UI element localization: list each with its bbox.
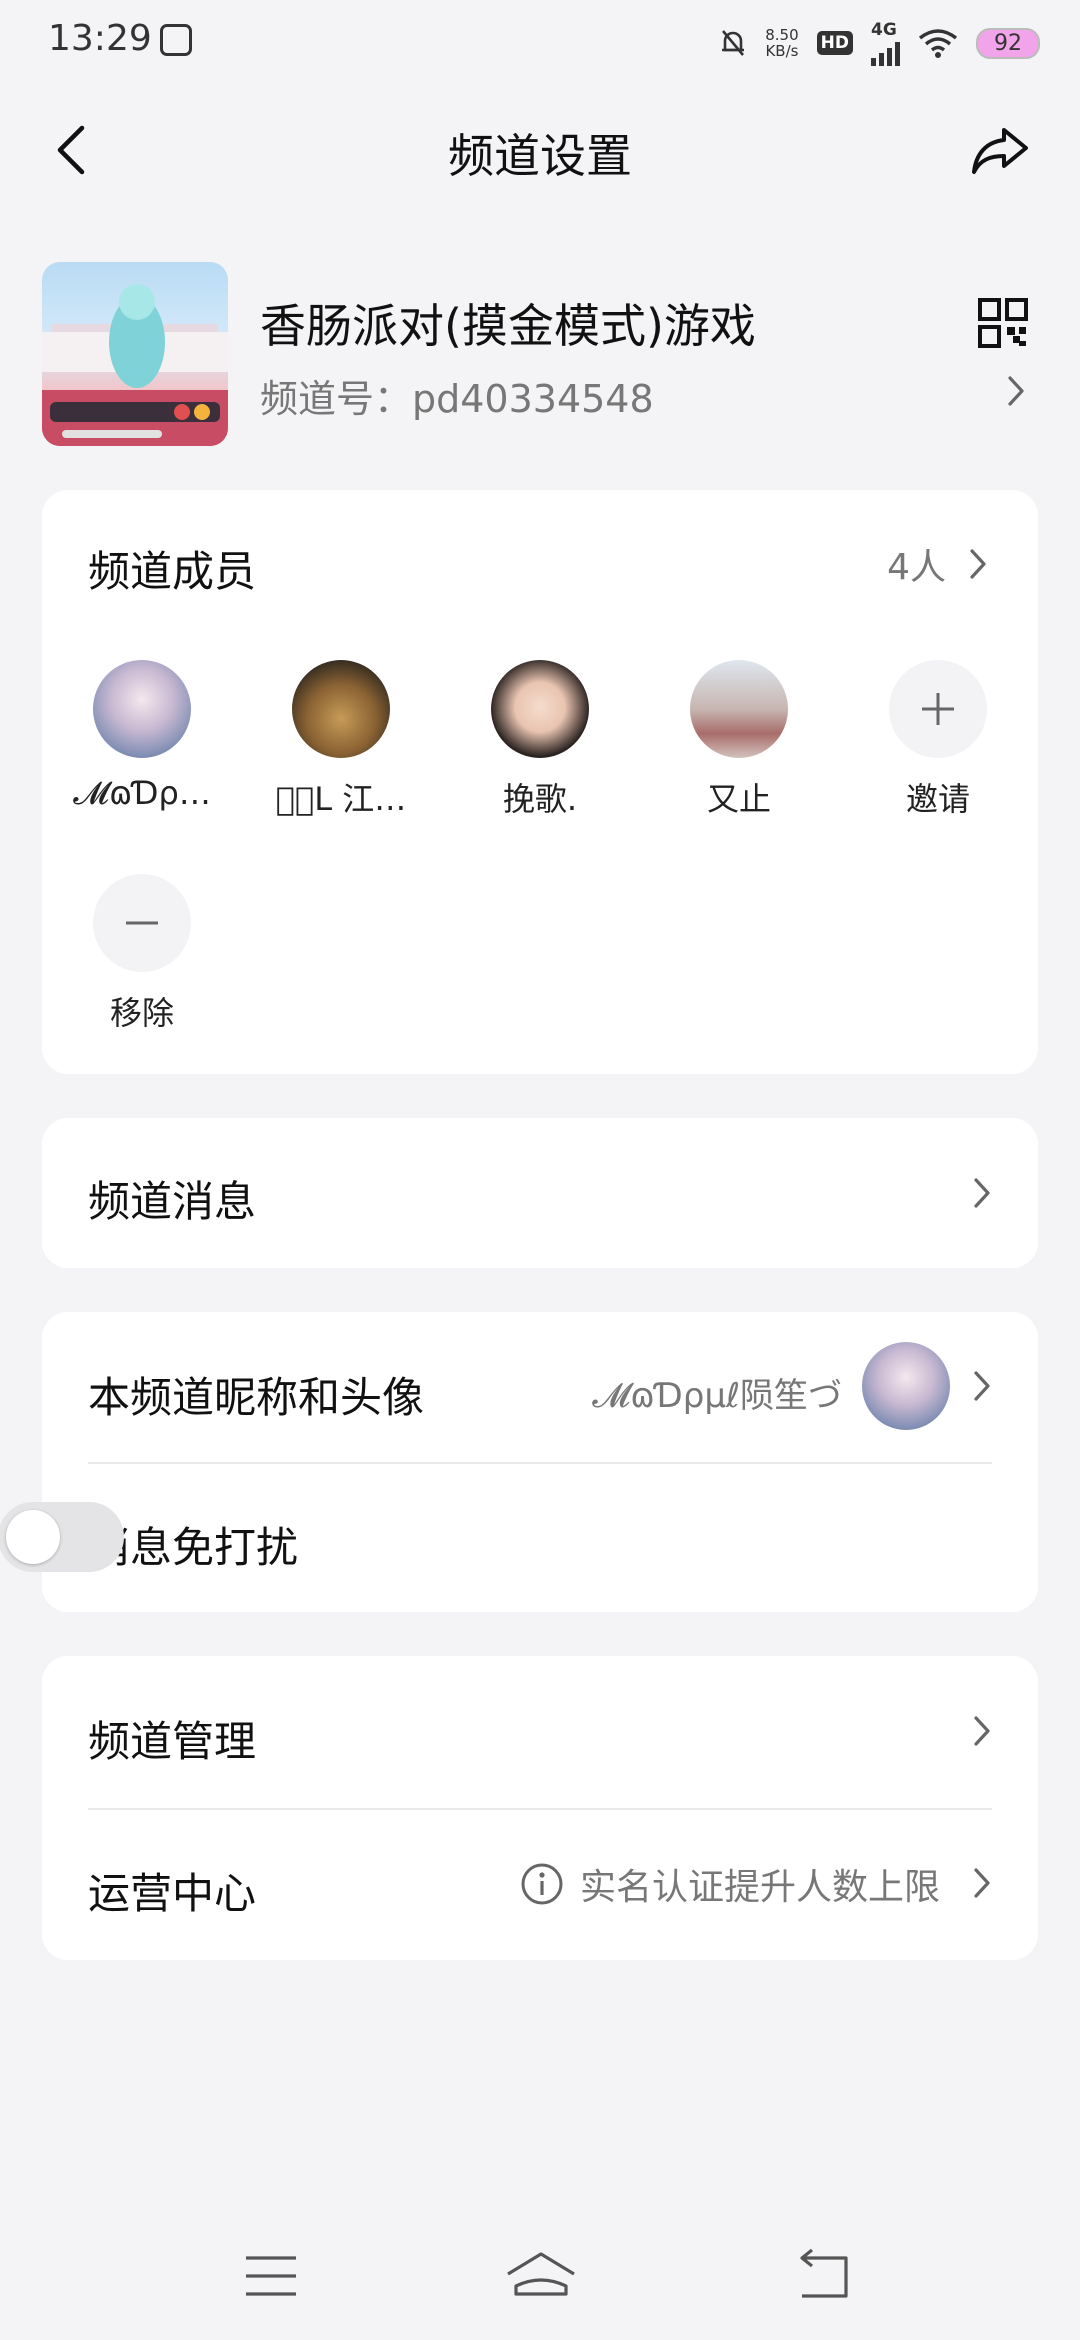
home-icon[interactable] [502, 2244, 580, 2304]
remove-label: 移除 [109, 994, 174, 1032]
info-circle-icon [521, 1863, 563, 1905]
status-time: 13:29 [48, 18, 152, 59]
nickname-label: 本频道昵称和头像 [88, 1373, 425, 1422]
operations-hint-text: 实名认证提升人数上限 [579, 1867, 940, 1908]
channel-manage-row[interactable]: 频道管理 [42, 1656, 1038, 1808]
channel-cover-image[interactable] [42, 262, 228, 446]
channel-name: 香肠派对(摸金模式)游戏 [260, 299, 756, 353]
battery-indicator: 92 [976, 27, 1040, 59]
member-name: 挽歌. [502, 780, 578, 818]
menu-icon[interactable] [236, 2246, 306, 2306]
member-item[interactable]: ঌ⃝ᒪ 江… [241, 660, 441, 820]
members-title: 频道成员 [88, 547, 257, 596]
operations-center-row[interactable]: 运营中心 实名认证提升人数上限 [42, 1808, 1038, 1960]
chevron-right-icon [974, 1868, 990, 1898]
member-avatar [690, 660, 788, 758]
hd-badge: HD [816, 31, 853, 55]
plus-icon [889, 660, 987, 758]
chevron-right-icon [974, 1178, 990, 1208]
back-return-icon[interactable] [790, 2246, 860, 2306]
operations-hint: 实名认证提升人数上限 [520, 1858, 940, 1910]
qr-code-button[interactable] [978, 298, 1028, 348]
status-bar-right: 8.50 KB/s HD 4G 92 [719, 20, 1040, 66]
row-divider [88, 1462, 992, 1464]
channel-messages-row[interactable]: 频道消息 [42, 1118, 1038, 1268]
remove-member-button[interactable]: 移除 [42, 874, 242, 1034]
invite-label: 邀请 [905, 780, 970, 818]
invite-member-button[interactable]: 邀请 [838, 660, 1038, 820]
channel-manage-label: 频道管理 [88, 1717, 257, 1766]
member-avatar [292, 660, 390, 758]
mute-bell-icon [722, 30, 745, 56]
member-avatar [93, 660, 191, 758]
member-item[interactable]: 又止 [639, 660, 839, 820]
toggle-knob [6, 1510, 60, 1564]
manage-card: 频道管理 运营中心 实名认证提升人数上限 [42, 1656, 1038, 1960]
member-name: 𝓜ɷƊρ… [73, 774, 211, 812]
members-count: 4人 [887, 547, 946, 588]
members-card: 频道成员 4人 𝓜ɷƊρ… ঌ⃝ᒪ 江… 挽歌. 又止 邀请 移除 [42, 490, 1038, 1074]
members-count-link[interactable]: 4人 [887, 538, 992, 590]
member-item[interactable]: 𝓜ɷƊρ… [42, 660, 242, 813]
minus-icon [93, 874, 191, 972]
chevron-right-icon [974, 1371, 990, 1401]
channel-messages-label: 频道消息 [88, 1177, 257, 1226]
game-scene-image [42, 284, 228, 446]
my-avatar [862, 1342, 950, 1430]
chevron-right-icon [970, 549, 986, 579]
signal-indicator: 4G [871, 20, 900, 66]
channel-id: 频道号：pd40334548 [260, 377, 654, 421]
dnd-toggle[interactable] [0, 1502, 124, 1572]
member-item[interactable]: 挽歌. [440, 660, 640, 820]
page-title: 频道设置 [448, 129, 632, 183]
channel-info-chevron-icon[interactable] [1002, 370, 1030, 412]
nickname-value: 𝓜ɷƊρµℓ陨笙づ [592, 1376, 842, 1416]
app-notification-icon [160, 24, 192, 56]
profile-card: 本频道昵称和头像 𝓜ɷƊρµℓ陨笙づ 消息免打扰 [0, 1312, 1038, 1612]
signal-bars-icon [871, 40, 900, 66]
member-avatar [491, 660, 589, 758]
chevron-right-icon [974, 1716, 990, 1746]
wifi-icon [918, 29, 958, 58]
nickname-avatar-row[interactable]: 本频道昵称和头像 𝓜ɷƊρµℓ陨笙づ [42, 1312, 1038, 1462]
share-button[interactable] [968, 118, 1032, 182]
member-name: 又止 [706, 780, 771, 818]
operations-center-label: 运营中心 [88, 1869, 257, 1918]
member-name: ঌ⃝ᒪ 江… [275, 780, 407, 818]
network-speed: 8.50 KB/s [765, 26, 799, 60]
